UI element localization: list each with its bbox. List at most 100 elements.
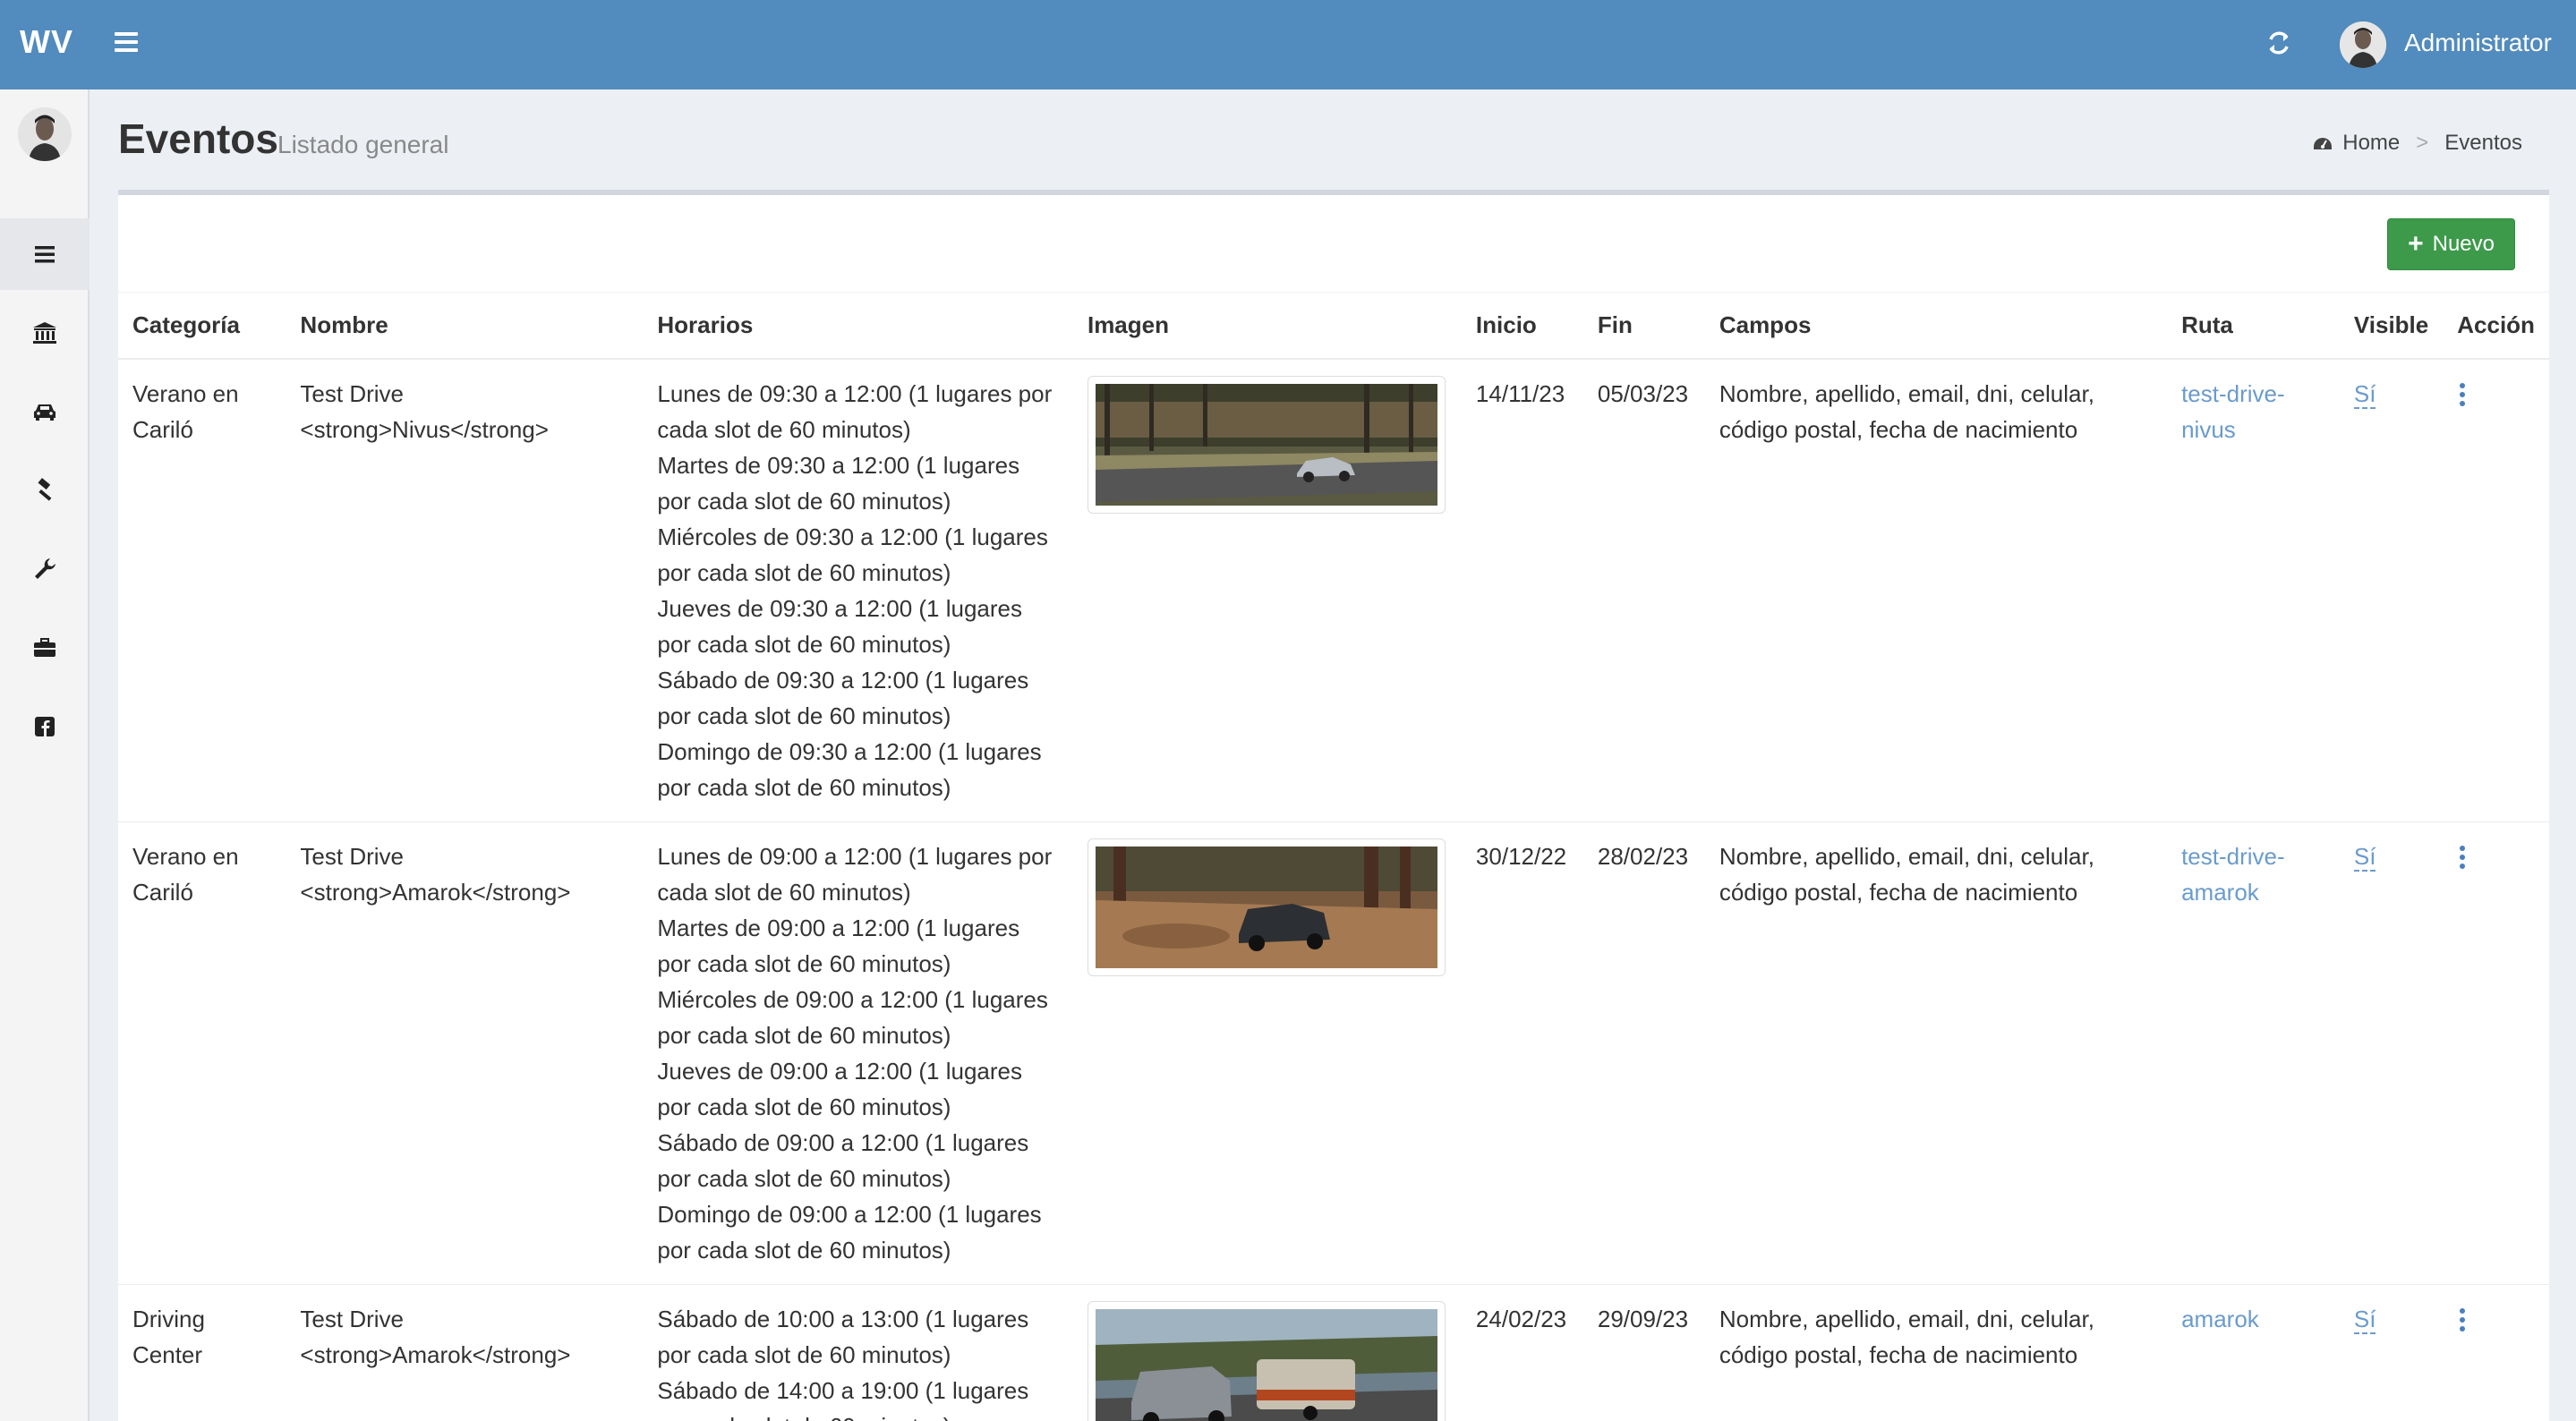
event-thumbnail[interactable]: [1087, 838, 1446, 976]
cell-fields: Nombre, apellido, email, dni, celular, c…: [1704, 821, 2168, 1284]
new-event-button[interactable]: + Nuevo: [2387, 218, 2515, 270]
schedule-line: Lunes de 09:00 a 12:00 (1 lugares por ca…: [657, 842, 1053, 906]
breadcrumb: Home > Eventos: [2312, 131, 2522, 156]
breadcrumb-home[interactable]: Home: [2342, 131, 2400, 156]
schedule-line: Lunes de 09:30 a 12:00 (1 lugares por ca…: [657, 379, 1053, 443]
more-actions-icon[interactable]: [2457, 1301, 2468, 1332]
cell-name: Test Drive <strong>Nivus</strong>: [286, 358, 644, 821]
sidebar-item-bank[interactable]: [0, 297, 90, 369]
cell-image: [1072, 358, 1462, 821]
cell-end: 29/09/23: [1582, 1283, 1705, 1421]
refresh-icon[interactable]: [2263, 27, 2295, 59]
new-event-label: Nuevo: [2432, 232, 2495, 256]
events-table: Categoría Nombre Horarios Imagen Inicio …: [118, 292, 2549, 1421]
header-schedules[interactable]: Horarios: [643, 292, 1073, 360]
sidebar-toggle-icon[interactable]: [115, 32, 138, 55]
cell-category: Verano en Cariló: [118, 821, 286, 1284]
header-action: Acción: [2443, 292, 2549, 360]
cell-start: 14/11/23: [1461, 358, 1583, 821]
table-row: Verano en Cariló Test Drive <strong>Nivu…: [118, 358, 2549, 821]
more-actions-icon[interactable]: [2457, 838, 2468, 869]
sidebar-item-facebook[interactable]: [0, 691, 90, 762]
cell-route: test-drive-nivus: [2167, 358, 2340, 821]
sidebar: [0, 89, 90, 1421]
events-box: + Nuevo Categoría Nombre Horarios Imagen…: [118, 190, 2549, 1421]
sidebar-item-auctions[interactable]: [0, 455, 90, 526]
cell-schedules: Lunes de 09:30 a 12:00 (1 lugares por ca…: [643, 358, 1073, 821]
cell-image: [1072, 821, 1462, 1284]
cell-end: 28/02/23: [1582, 821, 1705, 1284]
visible-toggle[interactable]: Sí: [2353, 379, 2376, 409]
sidebar-avatar: [18, 107, 72, 161]
facebook-icon: [35, 717, 55, 736]
table-header-row: Categoría Nombre Horarios Imagen Inicio …: [118, 292, 2549, 360]
schedule-line: Martes de 09:00 a 12:00 (1 lugares por c…: [657, 914, 1020, 977]
cell-name: Test Drive <strong>Amarok</strong>: [286, 821, 644, 1284]
header-visible[interactable]: Visible: [2339, 292, 2444, 360]
schedule-line: Domingo de 09:30 a 12:00 (1 lugares por …: [657, 737, 1042, 801]
event-thumbnail[interactable]: [1087, 1300, 1446, 1421]
header-route[interactable]: Ruta: [2167, 292, 2340, 360]
schedule-line: Sábado de 14:00 a 19:00 (1 lugares por c…: [657, 1376, 1029, 1421]
schedule-line: Miércoles de 09:30 a 12:00 (1 lugares po…: [657, 523, 1048, 586]
schedule-line: Sábado de 09:00 a 12:00 (1 lugares por c…: [657, 1128, 1029, 1192]
header-fields[interactable]: Campos: [1704, 292, 2168, 360]
schedule-line: Martes de 09:30 a 12:00 (1 lugares por c…: [657, 451, 1020, 515]
breadcrumb-separator: >: [2416, 131, 2429, 155]
cell-fields: Nombre, apellido, email, dni, celular, c…: [1704, 358, 2168, 821]
briefcase-icon: [34, 638, 55, 657]
cell-visible: Sí: [2339, 1283, 2444, 1421]
cell-route: amarok: [2167, 1283, 2340, 1421]
cell-end: 05/03/23: [1582, 358, 1705, 821]
event-thumbnail[interactable]: [1087, 375, 1446, 514]
cell-name: Test Drive <strong>Amarok</strong>: [286, 1283, 644, 1421]
sidebar-item-cars[interactable]: [0, 376, 90, 447]
visible-toggle[interactable]: Sí: [2353, 842, 2376, 872]
page-title: Eventos: [118, 115, 278, 162]
header-end[interactable]: Fin: [1582, 292, 1705, 360]
schedule-line: Sábado de 09:30 a 12:00 (1 lugares por c…: [657, 666, 1029, 729]
schedule-line: Domingo de 09:00 a 12:00 (1 lugares por …: [657, 1200, 1042, 1264]
page-subtitle: Listado general: [277, 131, 449, 158]
table-row: Driving Center Test Drive <strong>Amarok…: [118, 1283, 2549, 1421]
bank-icon: [33, 322, 56, 344]
schedule-line: Miércoles de 09:00 a 12:00 (1 lugares po…: [657, 985, 1048, 1049]
route-link[interactable]: test-drive-nivus: [2181, 380, 2285, 443]
cell-schedules: Sábado de 10:00 a 13:00 (1 lugares por c…: [643, 1283, 1073, 1421]
more-actions-icon[interactable]: [2457, 376, 2468, 406]
gavel-icon: [38, 478, 52, 501]
schedule-line: Jueves de 09:00 a 12:00 (1 lugares por c…: [657, 1057, 1022, 1120]
schedule-line: Sábado de 10:00 a 13:00 (1 lugares por c…: [657, 1305, 1029, 1368]
header-start[interactable]: Inicio: [1461, 292, 1583, 360]
cell-action: [2443, 821, 2549, 1284]
wrench-icon: [35, 558, 55, 579]
sidebar-item-business[interactable]: [0, 612, 90, 684]
cell-visible: Sí: [2339, 358, 2444, 821]
top-header: WV Administrator: [0, 0, 2576, 89]
cell-category: Driving Center: [118, 1283, 286, 1421]
cell-start: 24/02/23: [1461, 1283, 1583, 1421]
cell-image: [1072, 1283, 1462, 1421]
breadcrumb-current: Eventos: [2444, 131, 2522, 155]
cell-schedules: Lunes de 09:00 a 12:00 (1 lugares por ca…: [643, 821, 1073, 1284]
cell-fields: Nombre, apellido, email, dni, celular, c…: [1704, 1283, 2168, 1421]
header-name[interactable]: Nombre: [286, 292, 644, 360]
header-category[interactable]: Categoría: [118, 292, 286, 360]
table-row: Verano en Cariló Test Drive <strong>Amar…: [118, 821, 2549, 1284]
cell-start: 30/12/22: [1461, 821, 1583, 1284]
route-link[interactable]: amarok: [2181, 1306, 2259, 1332]
cell-action: [2443, 1283, 2549, 1421]
route-link[interactable]: test-drive-amarok: [2181, 843, 2285, 906]
cell-action: [2443, 358, 2549, 821]
menu-icon: [35, 246, 55, 263]
app-logo[interactable]: WV: [20, 23, 73, 61]
main-content: Eventos Listado general Home > Eventos +…: [90, 89, 2576, 1421]
car-icon: [34, 404, 55, 421]
header-image[interactable]: Imagen: [1072, 292, 1462, 360]
visible-toggle[interactable]: Sí: [2353, 1305, 2376, 1334]
sidebar-item-tools[interactable]: [0, 533, 90, 605]
cell-route: test-drive-amarok: [2167, 821, 2340, 1284]
sidebar-item-menu[interactable]: [0, 218, 90, 290]
user-name[interactable]: Administrator: [2404, 29, 2552, 57]
user-avatar[interactable]: [2340, 21, 2386, 68]
